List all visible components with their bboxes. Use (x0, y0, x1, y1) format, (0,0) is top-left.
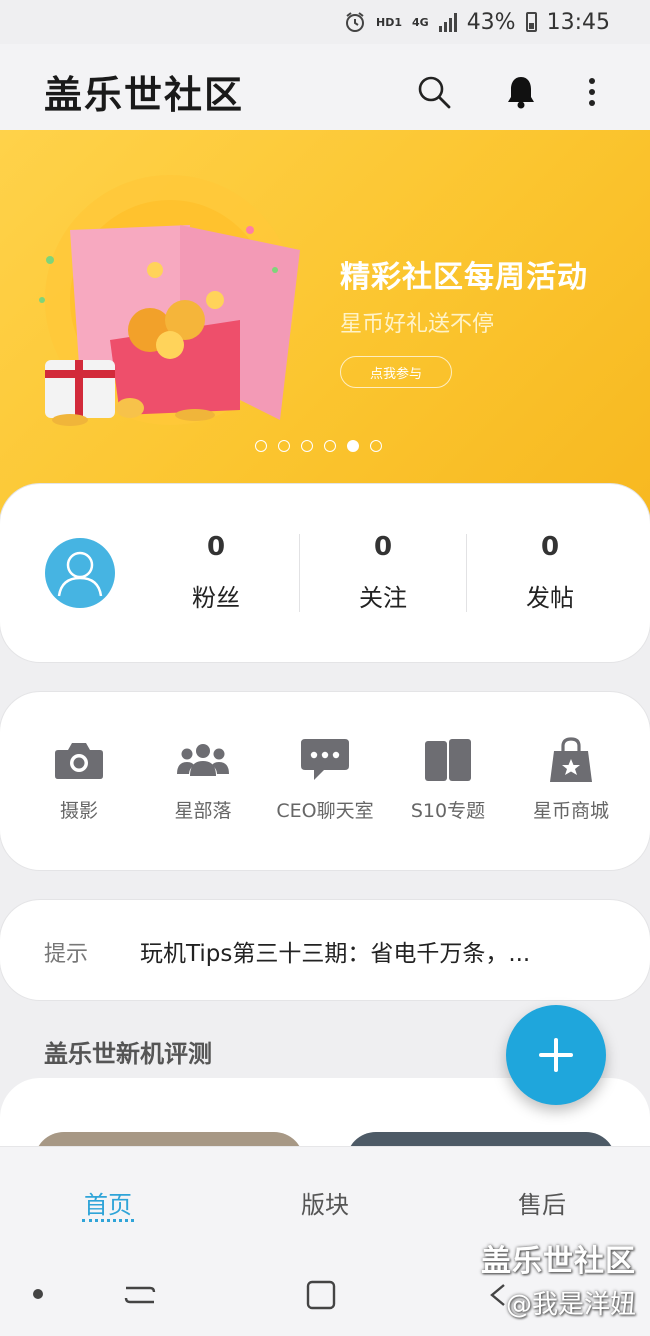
watermark-title: 盖乐世社区 (481, 1244, 636, 1279)
carousel-dot[interactable] (324, 440, 336, 452)
active-tab-indicator (82, 1219, 134, 1225)
stat-value: 0 (373, 532, 393, 562)
shortcut-s10[interactable]: S10专题 (386, 736, 510, 823)
shopping-bag-icon (550, 737, 592, 782)
home-icon[interactable] (306, 1280, 336, 1310)
tab-sections[interactable]: 版块 (245, 1185, 405, 1220)
carousel-dot[interactable] (255, 440, 267, 452)
chat-icon (301, 739, 349, 780)
search-icon (418, 76, 451, 109)
signal-icon (438, 12, 457, 32)
shortcut-label: 摄影 (59, 800, 98, 822)
carousel-dot-active[interactable] (347, 440, 359, 452)
phone-icon (425, 739, 471, 781)
carousel-dot[interactable] (301, 440, 313, 452)
stat-value: 0 (206, 532, 226, 562)
stat-following[interactable]: 0 关注 (299, 532, 467, 613)
stat-label: 关注 (359, 584, 407, 612)
profile-card: 0 粉丝 0 关注 0 发帖 (0, 484, 650, 662)
tab-home[interactable]: 首页 (28, 1185, 188, 1220)
tips-bar[interactable]: 提示 玩机Tips第三十三期：省电千万条，... (0, 900, 650, 1000)
banner-title: 精彩社区每周活动 (340, 260, 588, 295)
stat-label: 粉丝 (192, 584, 240, 612)
status-bar: HD1 4G 43% 13:45 (0, 0, 650, 44)
tips-tag: 提示 (44, 942, 89, 967)
section-title: 盖乐世新机评测 (44, 1040, 212, 1068)
search-button[interactable] (414, 72, 454, 112)
shortcut-label: S10专题 (410, 800, 486, 822)
app-bar: 盖乐世社区 (0, 44, 650, 130)
stat-value: 0 (540, 532, 560, 562)
network-type: 4G (412, 15, 429, 29)
banner-subtitle: 星币好礼送不停 (340, 312, 495, 337)
carousel-dot[interactable] (278, 440, 290, 452)
more-options-button[interactable] (572, 72, 612, 112)
shortcut-photography[interactable]: 摄影 (17, 736, 141, 823)
avatar[interactable] (45, 538, 115, 608)
promo-banner[interactable]: 精彩社区每周活动 星币好礼送不停 点我参与 (0, 130, 650, 530)
more-vertical-icon (589, 78, 595, 106)
shortcut-label: 星部落 (174, 800, 232, 822)
battery-percent: 43% (466, 9, 516, 35)
gift-box-illustration (39, 175, 300, 426)
home-dot-icon[interactable] (32, 1288, 44, 1300)
battery-icon (525, 12, 537, 32)
shortcut-coin-mall[interactable]: 星币商城 (509, 736, 633, 823)
notifications-button[interactable] (501, 72, 541, 112)
group-icon (177, 744, 229, 776)
tab-after-sales[interactable]: 售后 (462, 1185, 622, 1220)
shortcut-label: CEO聊天室 (276, 800, 374, 822)
alarm-icon (346, 12, 364, 32)
stat-followers[interactable]: 0 粉丝 (132, 532, 300, 613)
user-icon (57, 551, 103, 597)
stat-label: 发帖 (526, 584, 574, 612)
stat-posts[interactable]: 0 发帖 (466, 532, 634, 613)
compose-fab-button[interactable] (506, 1005, 606, 1105)
bell-icon (508, 77, 534, 109)
shortcuts-card: 摄影 星部落 CEO聊天室 S10专题 星币商城 (0, 692, 650, 870)
carousel-indicator (255, 440, 382, 452)
shortcut-ceo-chat[interactable]: CEO聊天室 (263, 736, 387, 823)
shortcut-tribe[interactable]: 星部落 (141, 736, 265, 823)
camera-icon (55, 743, 103, 779)
recents-icon[interactable] (124, 1282, 156, 1308)
carousel-dot[interactable] (370, 440, 382, 452)
app-title: 盖乐世社区 (44, 73, 245, 117)
shortcut-label: 星币商城 (532, 800, 609, 822)
plus-icon (539, 1038, 573, 1072)
banner-participate-button[interactable]: 点我参与 (340, 356, 452, 388)
hd-indicator: HD1 (376, 15, 402, 29)
clock: 13:45 (546, 9, 610, 35)
tips-text[interactable]: 玩机Tips第三十三期：省电千万条，... (140, 934, 590, 968)
watermark-author: @我是洋妞 (505, 1290, 636, 1320)
